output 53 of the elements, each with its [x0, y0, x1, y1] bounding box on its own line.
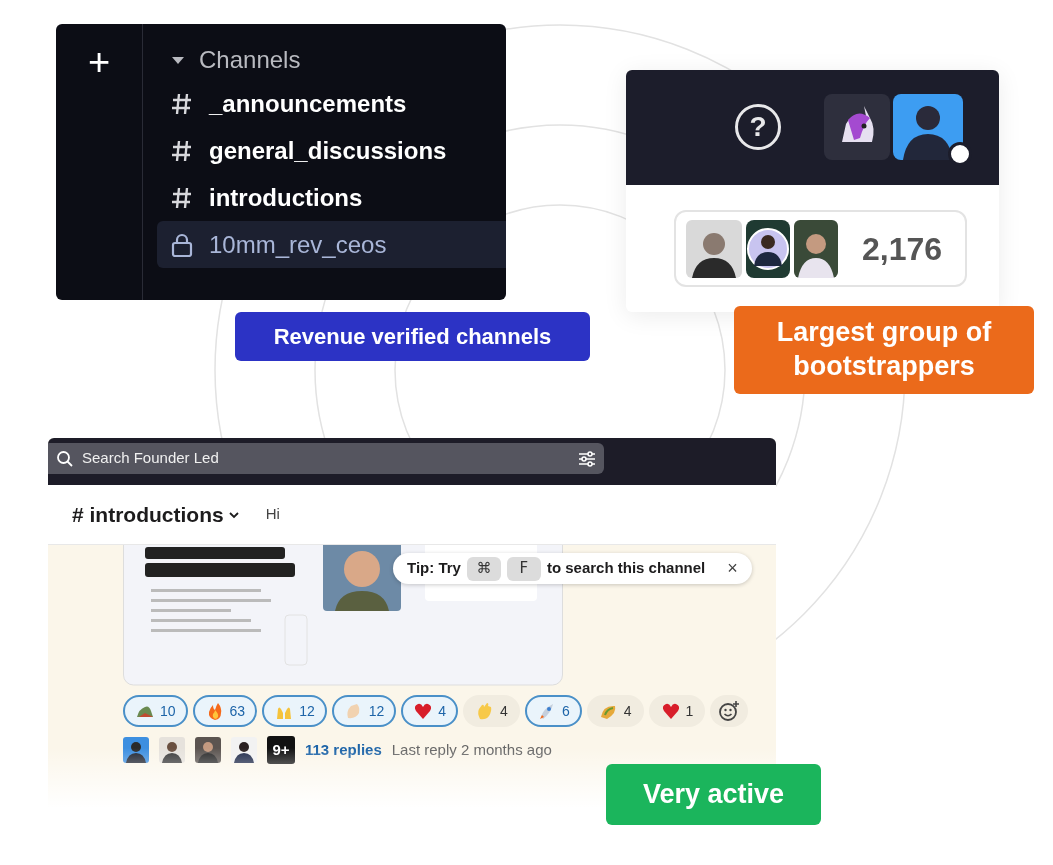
new-button[interactable]: +	[87, 42, 111, 82]
add-reaction-button[interactable]	[710, 695, 749, 727]
feature-badge: Largest group of bootstrappers	[734, 306, 1034, 394]
channel-item[interactable]: general_discussions	[157, 127, 506, 174]
member-count-pill[interactable]: 2,176	[674, 210, 967, 287]
avatar	[794, 219, 838, 278]
lock-icon	[171, 232, 193, 257]
reaction-button[interactable]: 63	[192, 695, 258, 727]
search-field[interactable]: Search Founder Led	[48, 443, 604, 474]
heart-icon	[413, 701, 434, 721]
avatar	[686, 219, 742, 278]
feature-badge: Revenue verified channels	[235, 312, 590, 361]
tip-text: Tip: Try	[407, 558, 461, 579]
key-cap: ⌘	[466, 556, 501, 581]
member-count: 2,176	[862, 229, 943, 269]
heart-icon	[660, 701, 681, 721]
hash-icon	[171, 185, 193, 210]
section-header[interactable]: Channels	[157, 40, 506, 80]
reaction-button[interactable]: 6	[524, 695, 582, 727]
close-button[interactable]: ×	[727, 555, 738, 582]
avatar	[195, 737, 221, 763]
reaction-button[interactable]: 4	[463, 695, 520, 727]
key-cap: F	[506, 556, 541, 581]
avatar[interactable]	[893, 94, 963, 160]
reaction-button[interactable]: 10	[123, 695, 188, 727]
reaction-button[interactable]: 12	[331, 695, 397, 727]
last-reply-text: Last reply 2 months ago	[391, 739, 552, 760]
hash-icon	[171, 91, 193, 116]
filter-icon[interactable]	[578, 450, 596, 467]
avatar	[159, 737, 185, 763]
search-icon	[56, 449, 74, 468]
hash-icon	[171, 138, 193, 163]
avatar	[123, 737, 149, 763]
caret-icon	[227, 510, 240, 519]
search-input[interactable]: Search Founder Led	[82, 447, 570, 470]
unicorn-icon	[824, 94, 890, 160]
add-emoji-icon	[718, 700, 741, 722]
avatar	[231, 737, 257, 763]
channel-item[interactable]: 10mm_rev_ceos	[157, 221, 506, 268]
channel-title[interactable]: # introductions	[72, 498, 240, 531]
reaction-button[interactable]: 4	[401, 695, 459, 727]
feature-badge: Very active	[606, 764, 821, 825]
channel-item[interactable]: _announcements	[157, 80, 506, 127]
tip-text: to search this channel	[546, 558, 706, 579]
channel-topic: Hi	[265, 504, 280, 525]
help-button[interactable]: ?	[735, 104, 781, 150]
avatar	[746, 219, 790, 278]
replies-link[interactable]: 113 replies	[305, 738, 382, 762]
reaction-button[interactable]: 1	[648, 695, 706, 727]
more-count: 9+	[267, 736, 295, 764]
reaction-button[interactable]: 12	[262, 695, 327, 727]
reaction-button[interactable]: 4	[586, 695, 644, 727]
channel-item[interactable]: introductions	[157, 174, 506, 221]
